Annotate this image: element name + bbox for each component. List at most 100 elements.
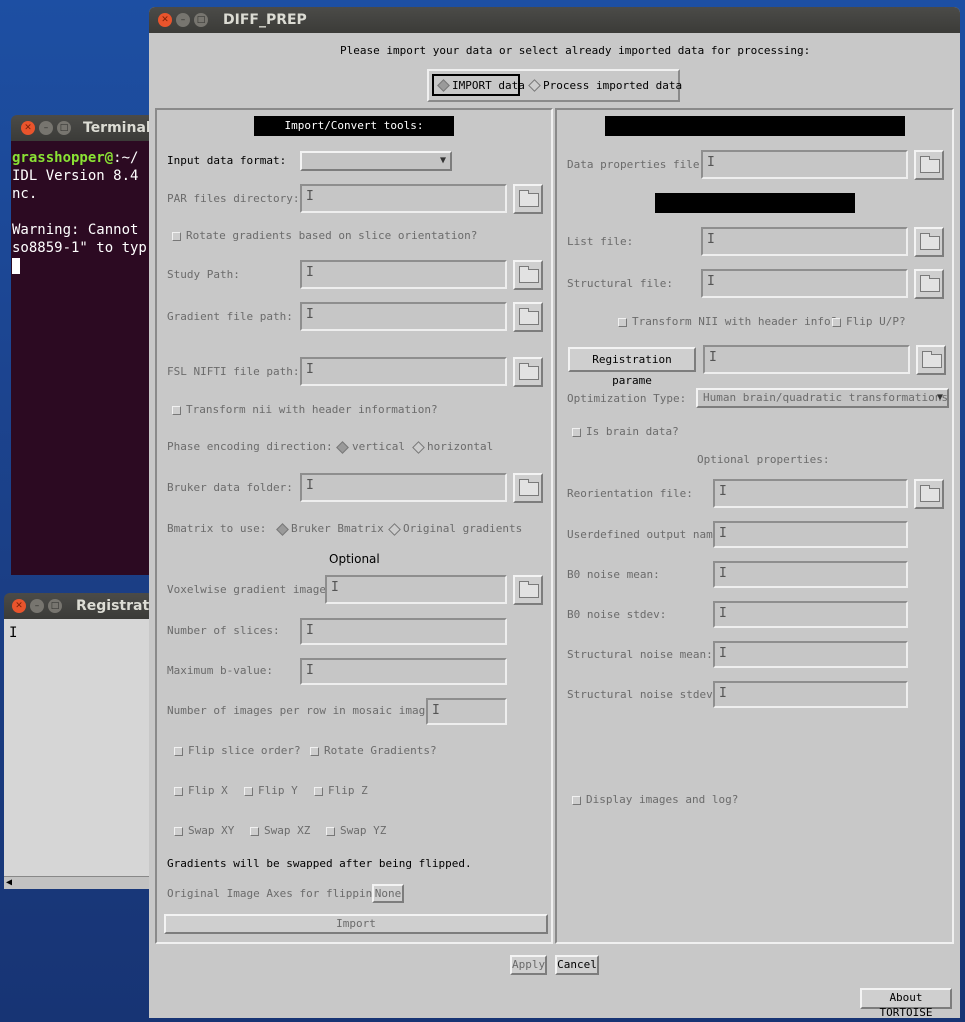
phase-horizontal-radio[interactable] <box>412 441 425 454</box>
voxelwise-browse-button[interactable] <box>513 575 543 605</box>
data-props-input[interactable]: I <box>701 150 908 179</box>
registration-params-browse-button[interactable] <box>916 345 946 375</box>
flip-slice-label: Flip slice order? <box>188 744 301 757</box>
b0-noise-mean-input[interactable]: I <box>713 561 908 588</box>
rotate-gradients-checkbox[interactable] <box>172 232 181 241</box>
opt-type-label: Optimization Type: <box>567 392 687 405</box>
folder-icon <box>519 479 539 496</box>
fsl-nifti-input[interactable]: I <box>300 357 507 386</box>
swap-yz-checkbox[interactable] <box>326 827 335 836</box>
num-slices-input[interactable]: I <box>300 618 507 645</box>
swap-xz-checkbox[interactable] <box>250 827 259 836</box>
rotate-grad-checkbox[interactable] <box>310 747 319 756</box>
about-tortoise-button[interactable]: About TORTOISE <box>860 988 952 1018</box>
registration-window: ✕ – □ Registratio I ◀ <box>4 593 154 889</box>
max-bvalue-input[interactable]: I <box>300 658 507 685</box>
close-icon[interactable]: ✕ <box>158 13 172 27</box>
transform-nii-checkbox[interactable] <box>172 406 181 415</box>
orig-axes-button[interactable]: None <box>372 884 404 903</box>
flip-up-checkbox[interactable] <box>832 318 841 327</box>
mode-import-radio[interactable]: IMPORT data <box>432 74 525 96</box>
transform-nii-header-checkbox[interactable] <box>618 318 627 327</box>
flip-up-label: Flip U/P? <box>846 315 906 328</box>
maximize-icon[interactable]: □ <box>48 599 62 613</box>
registration-params-button[interactable]: Registration parame <box>568 347 696 387</box>
b0-noise-stdev-input[interactable]: I <box>713 601 908 628</box>
maximize-icon[interactable]: □ <box>194 13 208 27</box>
mosaic-input[interactable]: I <box>426 698 507 725</box>
folder-icon <box>920 275 940 292</box>
list-file-browse-button[interactable] <box>914 227 944 257</box>
folder-icon <box>519 308 539 325</box>
input-format-select[interactable]: ▼ <box>300 151 452 171</box>
minimize-icon[interactable]: – <box>39 121 53 135</box>
par-dir-browse-button[interactable] <box>513 184 543 214</box>
bmatrix-original-radio[interactable] <box>388 523 401 536</box>
terminal-titlebar[interactable]: ✕ – □ Terminal <box>11 115 161 141</box>
bruker-folder-browse-button[interactable] <box>513 473 543 503</box>
import-panel: Import/Convert tools: Input data format:… <box>155 108 553 944</box>
horizontal-scrollbar[interactable]: ◀ <box>4 876 154 889</box>
prompt-path: :~/ <box>113 150 139 166</box>
is-brain-checkbox[interactable] <box>572 428 581 437</box>
structural-file-browse-button[interactable] <box>914 269 944 299</box>
structural-noise-mean-label: Structural noise mean: <box>567 648 713 661</box>
optional-props-label: Optional properties: <box>697 453 830 466</box>
prompt-user: grasshopper@ <box>12 150 114 166</box>
study-path-browse-button[interactable] <box>513 260 543 290</box>
swap-note: Gradients will be swapped after being fl… <box>167 857 472 870</box>
display-images-checkbox[interactable] <box>572 796 581 805</box>
fsl-nifti-browse-button[interactable] <box>513 357 543 387</box>
userdef-output-label: Userdefined output name <box>567 528 720 541</box>
registration-params-input[interactable]: I <box>703 345 910 374</box>
close-icon[interactable]: ✕ <box>12 599 26 613</box>
userdef-output-input[interactable]: I <box>713 521 908 548</box>
opt-type-select[interactable]: Human brain/quadratic transformations ▼ <box>696 388 949 408</box>
scroll-left-icon[interactable]: ◀ <box>6 877 12 888</box>
structural-noise-stdev-input[interactable]: I <box>713 681 908 708</box>
bmatrix-bruker-radio[interactable] <box>276 523 289 536</box>
par-dir-input[interactable]: I <box>300 184 507 213</box>
terminal-output[interactable]: grasshopper@:~/ IDL Version 8.4 nc. Warn… <box>11 141 161 575</box>
reorient-browse-button[interactable] <box>914 479 944 509</box>
apply-button[interactable]: Apply <box>510 955 547 975</box>
main-titlebar[interactable]: ✕ – □ DIFF_PREP <box>149 7 960 33</box>
minimize-icon[interactable]: – <box>30 599 44 613</box>
flip-x-checkbox[interactable] <box>174 787 183 796</box>
b0-noise-mean-label: B0 noise mean: <box>567 568 660 581</box>
flip-z-checkbox[interactable] <box>314 787 323 796</box>
voxelwise-label: Voxelwise gradient image: <box>167 583 333 596</box>
gradient-file-input[interactable]: I <box>300 302 507 331</box>
flip-y-label: Flip Y <box>258 784 298 797</box>
gradient-file-browse-button[interactable] <box>513 302 543 332</box>
reorient-label: Reorientation file: <box>567 487 693 500</box>
maximize-icon[interactable]: □ <box>57 121 71 135</box>
folder-icon <box>920 233 940 250</box>
flip-slice-checkbox[interactable] <box>174 747 183 756</box>
phase-vertical-radio[interactable] <box>336 441 349 454</box>
terminal-line: nc. <box>12 186 38 202</box>
import-button[interactable]: Import <box>164 914 548 934</box>
mode-process-radio[interactable]: Process imported data <box>526 74 682 96</box>
registration-titlebar[interactable]: ✕ – □ Registratio <box>4 593 154 619</box>
structural-file-input[interactable]: I <box>701 269 908 298</box>
reorient-input[interactable]: I <box>713 479 908 508</box>
mosaic-label: Number of images per row in mosaic image… <box>167 704 446 717</box>
process-header-bar <box>605 116 905 136</box>
voxelwise-input[interactable]: I <box>325 575 507 604</box>
data-props-browse-button[interactable] <box>914 150 944 180</box>
cancel-button[interactable]: Cancel <box>555 955 599 975</box>
flip-y-checkbox[interactable] <box>244 787 253 796</box>
registration-title: Registratio <box>76 598 154 614</box>
bruker-folder-input[interactable]: I <box>300 473 507 502</box>
minimize-icon[interactable]: – <box>176 13 190 27</box>
registration-text-area[interactable]: I ◀ <box>4 619 154 889</box>
close-icon[interactable]: ✕ <box>21 121 35 135</box>
structural-noise-mean-input[interactable]: I <box>713 641 908 668</box>
list-file-input[interactable]: I <box>701 227 908 256</box>
study-path-input[interactable]: I <box>300 260 507 289</box>
is-brain-label: Is brain data? <box>586 425 679 438</box>
study-path-label: Study Path: <box>167 268 240 281</box>
swap-xy-checkbox[interactable] <box>174 827 183 836</box>
window-title: DIFF_PREP <box>223 12 307 28</box>
